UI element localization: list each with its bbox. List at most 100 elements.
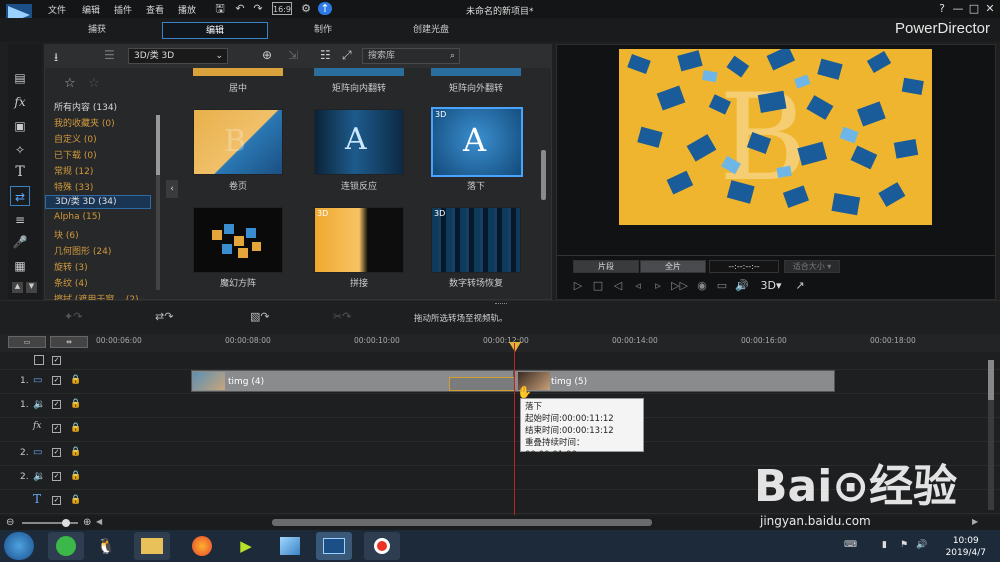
transition-thumbnail[interactable]: 3D xyxy=(431,207,521,273)
tab-produce[interactable]: 制作 xyxy=(270,22,376,39)
menu-file[interactable]: 文件 xyxy=(48,3,66,16)
tab-edit[interactable]: 编辑 xyxy=(162,22,268,39)
previous-frame-icon[interactable]: ◁ xyxy=(611,279,625,293)
taskbar-record-icon[interactable] xyxy=(364,532,400,560)
category-item[interactable]: 所有内容 (134) xyxy=(54,100,117,113)
scroll-left-icon[interactable]: ◀ xyxy=(96,517,102,526)
preview-quality-icon[interactable]: ▭ xyxy=(715,279,729,293)
category-item[interactable]: 我的收藏夹 (0) xyxy=(54,116,115,129)
menu-view[interactable]: 查看 xyxy=(146,3,164,16)
track-enable-checkbox[interactable]: ✓ xyxy=(52,496,61,505)
tray-flag-icon[interactable]: ⚑ xyxy=(900,540,908,550)
settings-gear-icon[interactable]: ⚙ xyxy=(299,2,313,15)
minimize-icon[interactable]: — xyxy=(951,2,965,16)
transition-thumbnail[interactable]: A xyxy=(314,109,404,175)
start-button[interactable] xyxy=(4,532,34,560)
lock-icon[interactable]: 🔒 xyxy=(70,399,81,409)
help-icon[interactable]: ? xyxy=(935,2,949,16)
particle-room-icon[interactable]: ✧ xyxy=(10,140,30,160)
lock-icon[interactable]: 🔒 xyxy=(70,447,81,457)
timeline-view-icon[interactable]: ▭ xyxy=(8,336,46,348)
lock-icon[interactable]: 🔒 xyxy=(70,375,81,385)
menu-edit[interactable]: 编辑 xyxy=(82,3,100,16)
transition-room-icon[interactable]: ⇄ xyxy=(10,186,30,206)
play-icon[interactable]: ▷ xyxy=(571,279,585,293)
import-icon[interactable]: ⭳ xyxy=(54,48,58,69)
menu-plugins[interactable]: 插件 xyxy=(114,3,132,16)
track-enable-checkbox[interactable]: ✓ xyxy=(52,356,61,365)
lock-icon[interactable]: 🔒 xyxy=(70,423,81,433)
apply-all-icon[interactable]: ⇲ xyxy=(288,48,298,62)
taskbar-firefox-icon[interactable] xyxy=(184,532,220,560)
media-room-icon[interactable]: ▤ xyxy=(10,68,30,88)
tray-volume-icon[interactable]: 🔊 xyxy=(916,540,927,550)
search-icon[interactable]: ⌕ xyxy=(450,49,455,63)
timeline-vertical-scrollbar[interactable] xyxy=(988,360,994,510)
keyframe-icon[interactable]: ▧↷ xyxy=(250,310,270,323)
video-clip[interactable]: timg (5) xyxy=(514,370,835,392)
clip-mode-button[interactable]: 片段 xyxy=(573,260,639,273)
thumbnail-partial[interactable] xyxy=(314,68,404,76)
taskbar-qq-icon[interactable]: 🐧 xyxy=(88,532,124,560)
taskbar-app-icon[interactable] xyxy=(272,532,308,560)
transition-thumbnail[interactable] xyxy=(193,207,283,273)
nav-up-icon[interactable]: ▲ xyxy=(12,282,23,293)
previous-frame-step-icon[interactable]: ◃ xyxy=(631,279,645,293)
nav-down-icon[interactable]: ▼ xyxy=(26,282,37,293)
tab-capture[interactable]: 捕获 xyxy=(44,22,150,39)
category-item[interactable]: Alpha (15) xyxy=(54,212,101,222)
fit-size-select[interactable]: 适合大小 ▾ xyxy=(784,260,840,273)
add-to-timeline-icon[interactable]: ⊕ xyxy=(262,48,272,62)
transition-thumbnail[interactable]: B xyxy=(193,109,283,175)
redo-icon[interactable]: ↷ xyxy=(251,2,265,15)
thumbnail-partial[interactable] xyxy=(431,68,521,76)
lock-icon[interactable]: 🔒 xyxy=(70,495,81,505)
fast-forward-icon[interactable]: ▷▷ xyxy=(671,279,688,293)
taskbar-media-icon[interactable]: ▶ xyxy=(228,532,264,560)
track-enable-checkbox[interactable]: ✓ xyxy=(52,424,61,433)
fix-enhance-icon[interactable]: ✦↷ xyxy=(64,310,82,323)
transition-thumbnail-selected[interactable]: 3D A xyxy=(431,107,523,177)
volume-icon[interactable]: 🔊 xyxy=(735,279,749,293)
snapshot-icon[interactable]: ◉ xyxy=(695,279,709,293)
undo-icon[interactable]: ↶ xyxy=(233,2,247,15)
trim-icon[interactable]: ✂↷ xyxy=(333,310,351,323)
tray-keyboard-icon[interactable]: ⌨ xyxy=(844,540,857,550)
chapter-room-icon[interactable]: ▦ xyxy=(10,256,30,276)
save-icon[interactable]: 🖫 xyxy=(213,2,227,15)
category-scrollbar[interactable] xyxy=(156,115,160,290)
taskbar-explorer-icon[interactable] xyxy=(134,532,170,560)
close-icon[interactable]: ✕ xyxy=(983,2,997,16)
tray-device-icon[interactable]: ▮ xyxy=(882,540,887,550)
track-enable-checkbox[interactable]: ✓ xyxy=(52,376,61,385)
zoom-slider-handle[interactable] xyxy=(62,519,70,527)
audio-mixing-icon[interactable]: ≡ xyxy=(10,210,30,230)
category-item[interactable]: 块 (6) xyxy=(54,228,79,241)
timecode-display[interactable]: --:--:--:-- xyxy=(709,260,779,273)
next-frame-icon[interactable]: ▹ xyxy=(651,279,665,293)
track-enable-checkbox[interactable]: ✓ xyxy=(52,472,61,481)
track-enable-checkbox[interactable]: ✓ xyxy=(52,448,61,457)
category-filter-select[interactable]: 3D/类 3D ⌄ xyxy=(128,48,228,64)
lock-icon[interactable]: 🔒 xyxy=(70,471,81,481)
category-item[interactable]: 自定义 (0) xyxy=(54,132,97,145)
category-item[interactable]: 特殊 (33) xyxy=(54,180,93,193)
aspect-ratio-icon[interactable]: 16:9 xyxy=(272,2,292,15)
voiceover-icon[interactable]: 🎤 xyxy=(10,232,30,252)
stop-icon[interactable]: □ xyxy=(591,279,605,293)
track-enable-checkbox[interactable]: ✓ xyxy=(52,400,61,409)
collapse-panel-icon[interactable]: ‹ xyxy=(166,180,178,198)
zoom-out-icon[interactable]: ⊖ xyxy=(6,517,14,528)
thumbnail-partial[interactable] xyxy=(193,68,283,76)
movie-mode-button[interactable]: 全片 xyxy=(640,260,706,273)
category-item[interactable]: 条纹 (4) xyxy=(54,276,88,289)
scroll-right-icon[interactable]: ▶ xyxy=(972,517,978,526)
category-item[interactable]: 几何图形 (24) xyxy=(54,244,111,257)
list-view-icon[interactable]: ☰ xyxy=(104,48,115,62)
library-search-input[interactable]: 搜索库 ⌕ xyxy=(362,48,460,64)
taskbar-clock[interactable]: 10:09 2019/4/7 xyxy=(946,535,986,559)
library-scrollbar[interactable] xyxy=(541,150,546,200)
tab-create-disc[interactable]: 创建光盘 xyxy=(378,22,484,39)
taskbar-360-icon[interactable] xyxy=(48,532,84,560)
grid-view-icon[interactable]: ☷ xyxy=(320,48,331,62)
